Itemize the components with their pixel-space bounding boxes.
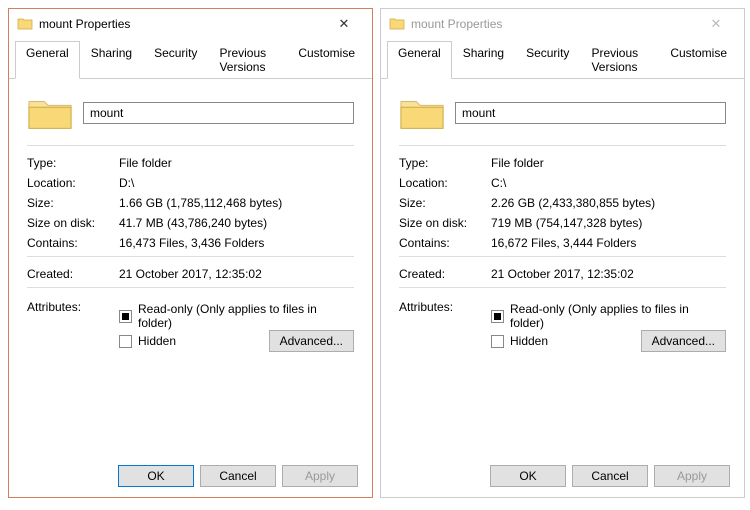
created-value: 21 October 2017, 12:35:02	[491, 267, 726, 281]
sizeondisk-label: Size on disk:	[27, 216, 119, 230]
tab-customise[interactable]: Customise	[287, 41, 366, 78]
titlebar: mount Properties ✕	[381, 9, 744, 39]
location-value: C:\	[491, 176, 726, 190]
window-title: mount Properties	[39, 17, 324, 31]
separator	[27, 287, 354, 288]
folder-icon	[17, 16, 33, 32]
separator	[399, 256, 726, 257]
separator	[399, 287, 726, 288]
dialog-footer: OK Cancel Apply	[118, 465, 358, 487]
tab-customise[interactable]: Customise	[659, 41, 738, 78]
separator	[399, 145, 726, 146]
created-label: Created:	[27, 267, 119, 281]
type-label: Type:	[399, 156, 491, 170]
advanced-button[interactable]: Advanced...	[641, 330, 726, 352]
tab-previous-versions[interactable]: Previous Versions	[208, 41, 287, 78]
tab-body: Type:File folder Location:C:\ Size:2.26 …	[381, 79, 744, 360]
ok-button[interactable]: OK	[118, 465, 194, 487]
folder-name-input[interactable]	[83, 102, 354, 124]
location-label: Location:	[27, 176, 119, 190]
type-value: File folder	[119, 156, 354, 170]
created-value: 21 October 2017, 12:35:02	[119, 267, 354, 281]
advanced-button[interactable]: Advanced...	[269, 330, 354, 352]
created-label: Created:	[399, 267, 491, 281]
contains-label: Contains:	[399, 236, 491, 250]
cancel-button[interactable]: Cancel	[572, 465, 648, 487]
checkbox-indeterminate-icon	[119, 310, 132, 323]
folder-name-input[interactable]	[455, 102, 726, 124]
separator	[27, 145, 354, 146]
size-value: 1.66 GB (1,785,112,468 bytes)	[119, 196, 354, 210]
size-label: Size:	[27, 196, 119, 210]
contains-label: Contains:	[27, 236, 119, 250]
contains-value: 16,473 Files, 3,436 Folders	[119, 236, 354, 250]
folder-icon	[389, 16, 405, 32]
properties-dialog-right: mount Properties ✕ General Sharing Secur…	[380, 8, 745, 498]
hidden-label: Hidden	[510, 334, 548, 348]
titlebar: mount Properties ✕	[9, 9, 372, 39]
close-button[interactable]: ✕	[324, 12, 364, 36]
apply-button[interactable]: Apply	[654, 465, 730, 487]
tab-previous-versions[interactable]: Previous Versions	[580, 41, 659, 78]
properties-dialog-left: mount Properties ✕ General Sharing Secur…	[8, 8, 373, 498]
tab-row: General Sharing Security Previous Versio…	[9, 39, 372, 79]
folder-large-icon	[399, 93, 445, 133]
sizeondisk-value: 719 MB (754,147,328 bytes)	[491, 216, 726, 230]
sizeondisk-label: Size on disk:	[399, 216, 491, 230]
tab-security[interactable]: Security	[515, 41, 580, 78]
tab-sharing[interactable]: Sharing	[452, 41, 515, 78]
contains-value: 16,672 Files, 3,444 Folders	[491, 236, 726, 250]
separator	[27, 256, 354, 257]
tab-body: Type:File folder Location:D:\ Size:1.66 …	[9, 79, 372, 360]
readonly-label: Read-only (Only applies to files in fold…	[510, 302, 726, 330]
readonly-checkbox[interactable]: Read-only (Only applies to files in fold…	[491, 302, 726, 330]
apply-button[interactable]: Apply	[282, 465, 358, 487]
tab-general[interactable]: General	[387, 41, 452, 79]
attributes-label: Attributes:	[27, 298, 119, 314]
cancel-button[interactable]: Cancel	[200, 465, 276, 487]
tab-general[interactable]: General	[15, 41, 80, 79]
location-label: Location:	[399, 176, 491, 190]
type-label: Type:	[27, 156, 119, 170]
folder-large-icon	[27, 93, 73, 133]
hidden-label: Hidden	[138, 334, 176, 348]
location-value: D:\	[119, 176, 354, 190]
tab-sharing[interactable]: Sharing	[80, 41, 143, 78]
size-label: Size:	[399, 196, 491, 210]
attributes-label: Attributes:	[399, 298, 491, 314]
checkbox-empty-icon	[119, 335, 132, 348]
tab-security[interactable]: Security	[143, 41, 208, 78]
tab-row: General Sharing Security Previous Versio…	[381, 39, 744, 79]
type-value: File folder	[491, 156, 726, 170]
sizeondisk-value: 41.7 MB (43,786,240 bytes)	[119, 216, 354, 230]
checkbox-empty-icon	[491, 335, 504, 348]
dialog-footer: OK Cancel Apply	[490, 465, 730, 487]
readonly-checkbox[interactable]: Read-only (Only applies to files in fold…	[119, 302, 354, 330]
ok-button[interactable]: OK	[490, 465, 566, 487]
window-title: mount Properties	[411, 17, 696, 31]
close-button[interactable]: ✕	[696, 12, 736, 36]
checkbox-indeterminate-icon	[491, 310, 504, 323]
size-value: 2.26 GB (2,433,380,855 bytes)	[491, 196, 726, 210]
readonly-label: Read-only (Only applies to files in fold…	[138, 302, 354, 330]
